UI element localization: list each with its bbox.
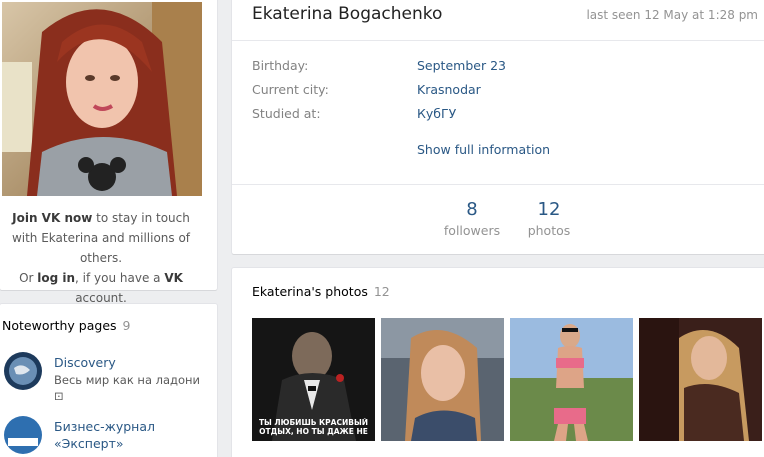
divider [232, 184, 764, 185]
info-row-birthday: Birthday: September 23 [252, 58, 506, 73]
noteworthy-item-discovery[interactable]: Discovery Весь мир как на ладони ⊡ [2, 352, 216, 403]
login-link[interactable]: log in [37, 271, 75, 285]
noteworthy-item-expert[interactable]: Бизнес-журнал «Эксперт» [2, 416, 216, 457]
expert-thumb [4, 416, 42, 454]
university-link[interactable]: КубГУ [417, 106, 456, 121]
profile-photo-card: Join VK now to stay in touch with Ekater… [0, 0, 217, 305]
city-link[interactable]: Krasnodar [417, 82, 481, 97]
join-link[interactable]: Join VK now [12, 211, 92, 225]
noteworthy-header[interactable]: Noteworthy pages 9 [2, 318, 130, 333]
flag-icon: ⊡ [54, 389, 64, 403]
birthday-link[interactable]: September 23 [417, 58, 506, 73]
photo-thumb-2[interactable] [381, 318, 504, 441]
noteworthy-pages-card: Noteworthy pages 9 Discovery Весь мир как… [0, 304, 217, 457]
photo-caption: ТЫ ЛЮБИШЬ КРАСИВЫЙ ОТДЫХ, НО ТЫ ДАЖЕ НЕ [258, 418, 369, 436]
photos-header[interactable]: Ekaterina's photos 12 [252, 284, 390, 299]
profile-avatar[interactable] [2, 2, 202, 196]
join-prompt: Join VK now to stay in touch with Ekater… [11, 211, 191, 305]
discovery-thumb [4, 352, 42, 390]
show-full-info-link[interactable]: Show full information [417, 142, 550, 157]
profile-name: Ekaterina Bogachenko [252, 4, 443, 24]
photo-thumb-1[interactable]: ТЫ ЛЮБИШЬ КРАСИВЫЙ ОТДЫХ, НО ТЫ ДАЖЕ НЕ [252, 318, 375, 441]
followers-counter[interactable]: 8 followers [437, 198, 507, 240]
last-seen: last seen 12 May at 1:28 pm [586, 8, 758, 22]
photo-thumb-3[interactable] [510, 318, 633, 441]
divider [232, 40, 764, 41]
info-row-studied: Studied at: КубГУ [252, 106, 457, 121]
photos-counter[interactable]: 12 photos [514, 198, 584, 240]
photo-thumb-4[interactable] [639, 318, 762, 441]
photos-card: Ekaterina's photos 12 ТЫ ЛЮБИШЬ КРАСИВЫЙ … [232, 268, 764, 457]
profile-info-card: Ekaterina Bogachenko last seen 12 May at… [232, 0, 764, 254]
info-row-city: Current city: Krasnodar [252, 82, 481, 97]
